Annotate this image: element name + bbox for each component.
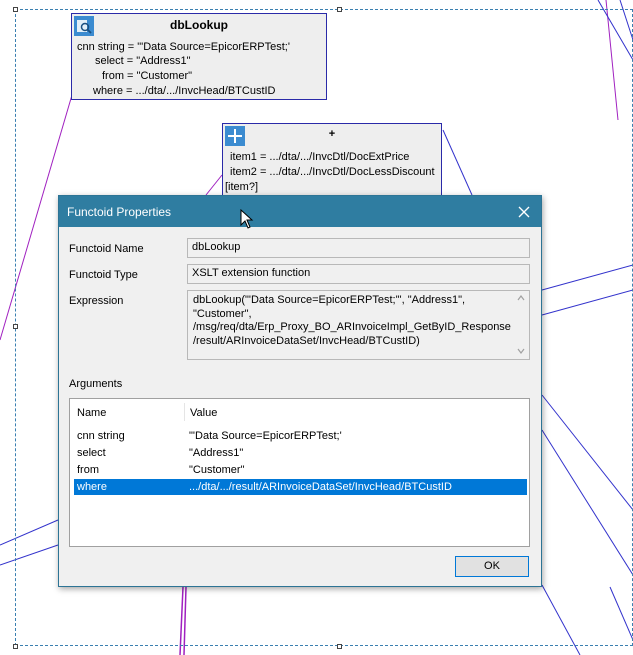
resize-handle[interactable] [13, 324, 18, 329]
resize-handle[interactable] [337, 7, 342, 12]
dblookup-functoid[interactable]: dbLookup cnn string = "'Data Source=Epic… [71, 13, 327, 100]
expression-textbox[interactable]: dbLookup("'Data Source=EpicorERPTest;'",… [187, 290, 530, 360]
arguments-header: Name Value [70, 399, 529, 423]
add-functoid[interactable]: + item1 = .../dta/.../InvcDtl/DocExtPric… [222, 123, 442, 196]
functoid-title: dbLookup [170, 18, 228, 32]
arguments-label: Arguments [69, 378, 123, 390]
expression-line: dbLookup("'Data Source=EpicorERPTest;'",… [193, 294, 466, 306]
dialog-title: Functoid Properties [67, 205, 172, 219]
argument-value: "'Data Source=EpicorERPTest;' [189, 430, 342, 442]
functoid-input-row: [item?] [225, 181, 259, 193]
table-row[interactable]: cnn string "'Data Source=EpicorERPTest;' [74, 428, 527, 444]
expression-text: dbLookup("'Data Source=EpicorERPTest;'",… [193, 294, 511, 348]
column-header-name[interactable]: Name [77, 407, 106, 419]
argument-value: "Customer" [189, 464, 245, 476]
mouse-cursor-icon [240, 209, 254, 229]
resize-handle[interactable] [337, 644, 342, 649]
expression-label: Expression [69, 295, 124, 307]
column-separator[interactable] [184, 403, 185, 421]
expression-line: /msg/req/dta/Erp_Proxy_BO_ARInvoiceImpl_… [193, 321, 511, 333]
column-header-value[interactable]: Value [190, 407, 217, 419]
table-row[interactable]: from "Customer" [74, 462, 527, 478]
functoid-type-label: Functoid Type [69, 269, 138, 281]
close-icon[interactable] [513, 201, 535, 223]
expression-scrollbar[interactable] [514, 292, 528, 358]
functoid-title: + [328, 128, 336, 140]
functoid-name-field[interactable]: dbLookup [187, 238, 530, 258]
scroll-up-icon[interactable] [517, 294, 525, 302]
ok-button[interactable]: OK [455, 556, 529, 577]
functoid-name-label: Functoid Name [69, 243, 144, 255]
scroll-down-icon[interactable] [517, 347, 525, 355]
resize-handle[interactable] [13, 644, 18, 649]
table-row[interactable]: select "Address1" [74, 445, 527, 461]
argument-value: .../dta/.../result/ARInvoiceDataSet/Invc… [189, 481, 452, 493]
dialog-titlebar[interactable]: Functoid Properties [59, 196, 541, 227]
arguments-list[interactable]: Name Value cnn string "'Data Source=Epic… [69, 398, 530, 547]
functoid-input-row: select = "Address1" [95, 55, 191, 67]
table-row-selected[interactable]: where .../dta/.../result/ARInvoiceDataSe… [74, 479, 527, 495]
functoid-input-row: from = "Customer" [102, 70, 193, 82]
argument-name: select [77, 447, 106, 459]
argument-name: where [77, 481, 107, 493]
functoid-type-field[interactable]: XSLT extension function [187, 264, 530, 284]
resize-handle[interactable] [13, 7, 18, 12]
functoid-input-row: item2 = .../dta/.../InvcDtl/DocLessDisco… [230, 166, 435, 178]
expression-line: /result/ARInvoiceDataSet/InvcHead/BTCust… [193, 334, 420, 347]
functoid-input-row: where = .../dta/.../InvcHead/BTCustID [93, 85, 276, 97]
argument-value: "Address1" [189, 447, 244, 459]
expression-line: "Customer", [193, 307, 252, 320]
functoid-properties-dialog: Functoid Properties Functoid Name dbLook… [58, 195, 542, 587]
argument-name: cnn string [77, 430, 125, 442]
functoid-input-row: cnn string = "'Data Source=EpicorERPTest… [77, 41, 290, 53]
argument-name: from [77, 464, 99, 476]
functoid-input-row: item1 = .../dta/.../InvcDtl/DocExtPrice [230, 151, 410, 163]
